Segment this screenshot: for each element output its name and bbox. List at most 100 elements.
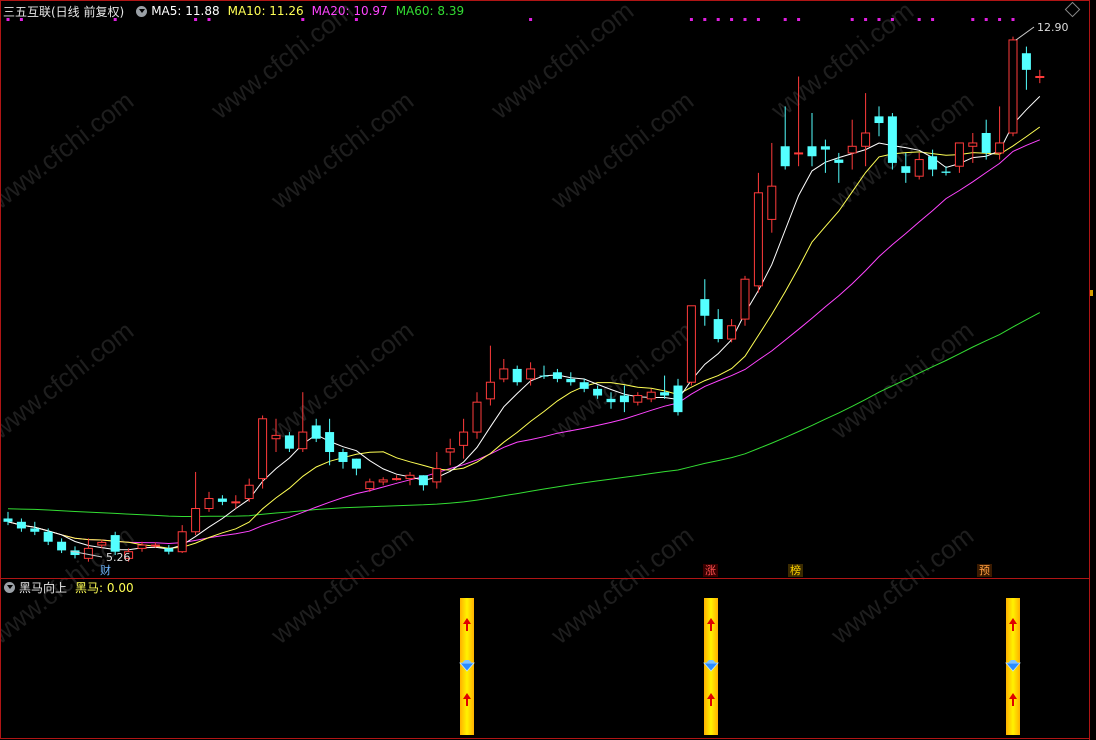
candle-body	[847, 145, 857, 154]
main-legend: 三五互联(日线 前复权) MA5: 11.88 MA10: 11.26 MA20…	[0, 3, 472, 19]
candle-body	[311, 425, 321, 439]
candle-body	[1008, 39, 1018, 134]
candle-body	[405, 474, 415, 480]
candle-body	[753, 192, 763, 287]
candle-body	[526, 368, 536, 380]
signal-dot	[703, 18, 707, 21]
candle-body	[619, 395, 629, 403]
candle-body	[325, 432, 335, 453]
signal-dot	[797, 18, 801, 21]
candle-body	[861, 132, 871, 147]
signal-dot	[783, 18, 787, 21]
candle-body	[3, 518, 13, 522]
candle-body	[780, 146, 790, 167]
candle-body	[365, 481, 375, 490]
candle-body	[177, 531, 187, 553]
candle-body	[217, 498, 227, 502]
candle-body	[1035, 75, 1045, 78]
candle-body	[981, 132, 991, 153]
ma20-legend: MA20: 10.97	[311, 4, 388, 18]
candle-body	[995, 142, 1005, 154]
chevron-down-icon[interactable]	[136, 5, 148, 17]
signal-dot	[730, 18, 734, 21]
candle-body	[284, 435, 294, 449]
signal-dot	[850, 18, 854, 21]
candle-body	[418, 475, 428, 486]
candle-body	[807, 146, 817, 157]
candle-body	[150, 544, 160, 547]
candle-body	[834, 159, 844, 163]
candle-body	[231, 501, 241, 504]
candle-body	[820, 146, 830, 150]
candle-body	[713, 319, 723, 340]
candle-body	[43, 531, 53, 542]
candle-body	[512, 368, 522, 383]
low-price-label: 5.26	[106, 551, 131, 564]
candle-body	[727, 325, 737, 340]
signal-dot	[890, 18, 894, 21]
event-tag-cai[interactable]: 财	[98, 564, 113, 577]
high-price-label: 12.90	[1037, 21, 1069, 34]
candle-body	[191, 508, 201, 533]
candle-body	[539, 375, 549, 377]
candle-body	[968, 142, 978, 147]
candle-body	[941, 171, 951, 173]
signal-dot	[529, 18, 533, 21]
signal-dot	[756, 18, 760, 21]
signal-dot	[743, 18, 747, 21]
candle-body	[164, 548, 174, 552]
candle-body	[137, 544, 147, 549]
candle-body	[700, 299, 710, 316]
candle-body	[566, 378, 576, 383]
signal-dot	[864, 18, 868, 21]
candle-body	[392, 478, 402, 481]
signal-dot	[716, 18, 720, 21]
candle-body	[914, 159, 924, 177]
candle-body	[901, 166, 911, 173]
candle-body	[271, 434, 281, 440]
candle-body	[97, 541, 107, 546]
indicator-title: 黑马向上	[19, 580, 68, 595]
signal-dot	[917, 18, 921, 21]
candle-body	[673, 385, 683, 413]
candle-body	[459, 431, 469, 446]
candle-body	[794, 152, 804, 155]
signal-dot	[971, 18, 975, 21]
candle-body	[432, 468, 442, 483]
candle-body	[499, 368, 509, 380]
candle-body	[204, 498, 214, 510]
candle-body	[83, 547, 93, 559]
main-title: 三五互联(日线 前复权)	[3, 4, 125, 19]
ma60-legend: MA60: 8.39	[395, 4, 465, 18]
candle-body	[485, 381, 495, 400]
ma5-legend: MA5: 11.88	[151, 4, 220, 18]
candle-body	[633, 395, 643, 403]
candle-body	[579, 382, 589, 389]
candle-body	[646, 391, 656, 400]
candle-body	[30, 528, 40, 532]
event-tag-yu[interactable]: 预	[977, 564, 992, 577]
candle-body	[57, 541, 67, 551]
candle-body	[660, 392, 670, 396]
candle-body	[445, 448, 455, 453]
candle-body	[593, 388, 603, 396]
candle-body	[552, 372, 562, 379]
candle-body	[351, 458, 361, 469]
event-tag-bang[interactable]: 榜	[788, 564, 803, 577]
candle-body	[110, 535, 120, 552]
axis-marker	[1090, 290, 1093, 296]
signal-dot	[689, 18, 693, 21]
candle-body	[686, 305, 696, 383]
candle-body	[887, 116, 897, 163]
chevron-down-icon[interactable]	[4, 581, 15, 593]
candle-body	[258, 418, 268, 480]
candle-body	[1021, 53, 1031, 70]
signal-dot	[931, 18, 935, 21]
candle-body	[928, 156, 938, 170]
candle-body	[954, 142, 964, 167]
signal-dot	[1011, 18, 1015, 21]
event-tag-zhang[interactable]: 涨	[703, 564, 718, 577]
ma10-legend: MA10: 11.26	[227, 4, 304, 18]
candle-body	[244, 484, 254, 500]
candle-body	[874, 116, 884, 124]
